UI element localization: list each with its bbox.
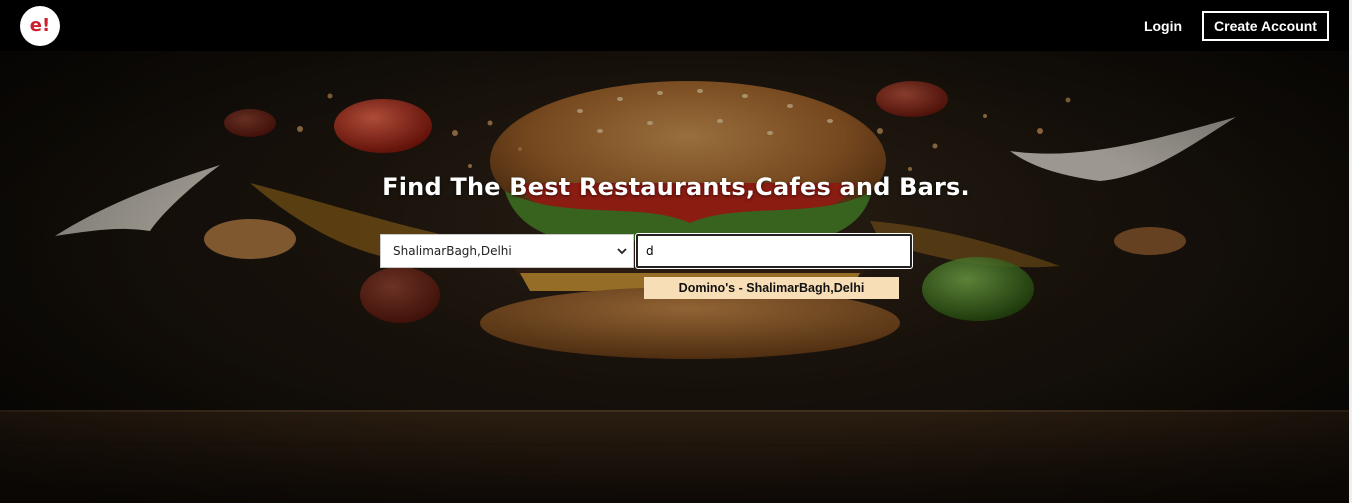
create-account-button[interactable]: Create Account	[1202, 11, 1329, 41]
restaurant-search-input[interactable]	[636, 234, 912, 268]
hero-banner: Find The Best Restaurants,Cafes and Bars…	[0, 51, 1352, 503]
login-link[interactable]: Login	[1136, 11, 1190, 41]
navbar: e! Login Create Account	[0, 0, 1352, 51]
hero-title: Find The Best Restaurants,Cafes and Bars…	[382, 173, 970, 201]
logo[interactable]: e!	[20, 6, 60, 46]
page: e! Login Create Account Find The Best Re…	[0, 0, 1352, 503]
location-select-value: ShalimarBagh,Delhi	[393, 244, 512, 258]
chevron-down-icon	[617, 248, 627, 255]
search-suggestion-item[interactable]: Domino's - ShalimarBagh,Delhi	[644, 277, 899, 299]
location-select[interactable]: ShalimarBagh,Delhi	[380, 234, 634, 268]
